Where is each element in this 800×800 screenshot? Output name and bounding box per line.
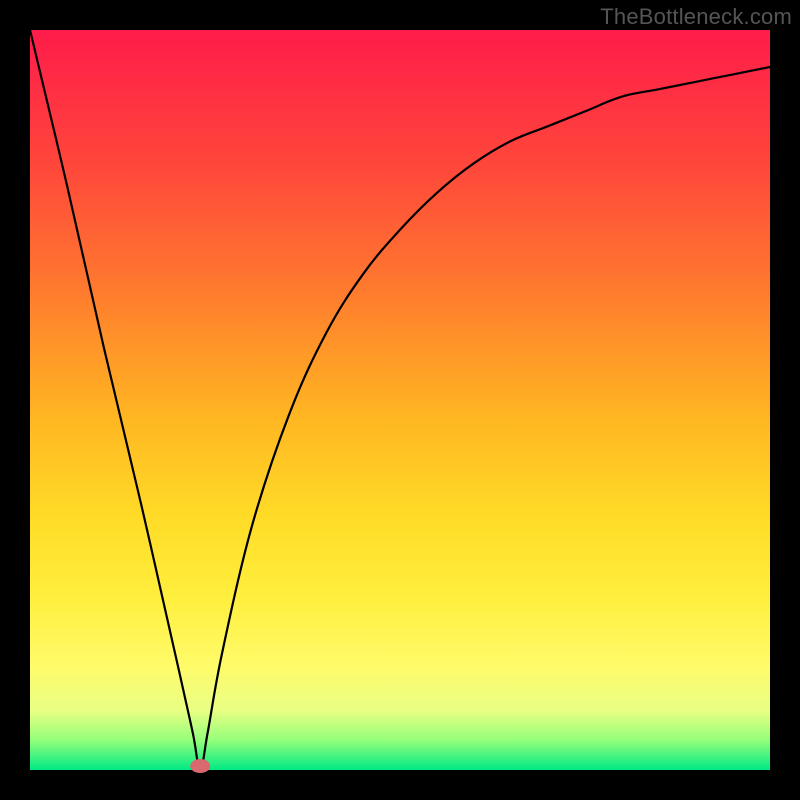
optimal-point-marker [190, 759, 210, 773]
bottleneck-curve [30, 30, 770, 770]
plot-svg [30, 30, 770, 770]
chart-frame: TheBottleneck.com [0, 0, 800, 800]
plot-area [30, 30, 770, 770]
attribution-label: TheBottleneck.com [600, 4, 792, 30]
